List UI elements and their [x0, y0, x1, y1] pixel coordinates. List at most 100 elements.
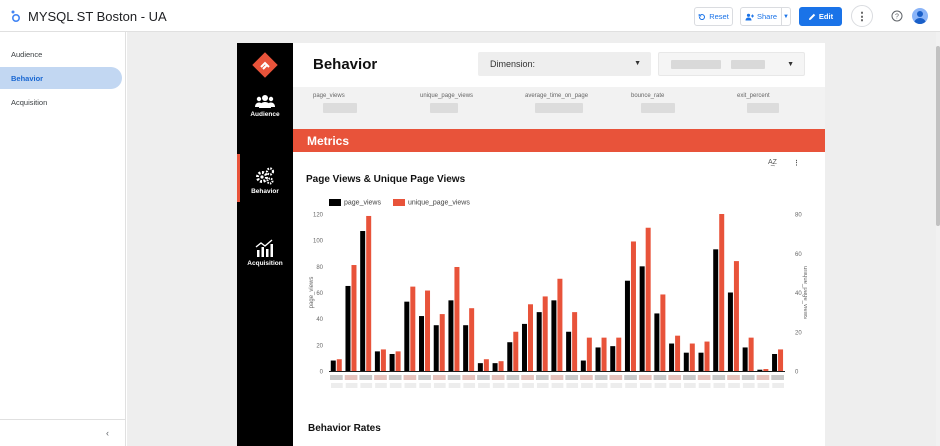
x-tick-label-redacted [463, 383, 476, 388]
edit-button[interactable]: Edit [799, 7, 842, 26]
kpi-exit-percent: exit_percent [737, 93, 779, 113]
behavior-rates-title: Behavior Rates [308, 423, 381, 434]
brand-logo-icon [252, 52, 278, 78]
x-tick-label-redacted [521, 375, 534, 380]
scrollbar-thumb[interactable] [936, 46, 940, 226]
redacted-value [747, 103, 779, 113]
bar-page-views [595, 347, 601, 371]
bar-page-views [727, 292, 733, 371]
report-title[interactable]: MYSQL ST Boston - UA [28, 9, 167, 24]
y2-tick-label: 80 [795, 213, 802, 219]
nav-item-label: Audience [11, 49, 43, 59]
bar-page-views [580, 360, 586, 371]
report-nav-label: Acquisition [247, 260, 283, 267]
y-tick-label: 20 [316, 343, 323, 349]
share-button[interactable]: Share [740, 7, 782, 26]
bar-unique-page-views [689, 343, 695, 371]
x-tick-label-redacted [581, 383, 593, 388]
sort-az-icon: A͢Z [768, 159, 777, 166]
x-tick-label-redacted [712, 375, 726, 380]
y2-tick-label: 60 [795, 252, 802, 258]
filter-dropdown[interactable]: ▼ [658, 52, 805, 76]
share-dropdown-button[interactable]: ▼ [781, 7, 791, 26]
x-tick-label-redacted [433, 383, 446, 388]
x-tick-label-redacted [728, 383, 740, 388]
x-tick-label-redacted [610, 383, 623, 388]
help-button[interactable]: ? [890, 9, 904, 23]
bar-page-views [757, 369, 763, 371]
chart-title: Page Views & Unique Page Views [306, 174, 466, 185]
bar-unique-page-views [527, 304, 533, 371]
bar-page-views [492, 363, 498, 371]
dropdown-label: Dimension: [490, 59, 536, 69]
gears-icon [256, 167, 275, 185]
report-nav-behavior[interactable]: Behavior [237, 167, 293, 195]
report-nav-acquisition[interactable]: Acquisition [237, 239, 293, 267]
bar-page-views [536, 312, 542, 371]
nav-item-label: Acquisition [11, 97, 48, 107]
kpi-label: exit_percent [737, 93, 770, 99]
x-tick-label-redacted [507, 383, 520, 388]
bar-unique-page-views [425, 290, 431, 371]
bar-unique-page-views [675, 335, 681, 371]
chart-menu-button[interactable]: ⋮ [793, 159, 800, 167]
x-tick-label-redacted [448, 383, 461, 388]
redacted-value [323, 103, 357, 113]
bar-page-views [566, 331, 572, 371]
collapse-nav-button[interactable]: ‹ [106, 428, 109, 438]
bar-page-views [330, 360, 336, 371]
report-page: Audience Behavior Acquisition Behavior D… [237, 43, 825, 446]
kpi-page-views: page_views [313, 93, 357, 113]
bar-unique-page-views [366, 215, 372, 371]
x-tick-label-redacted [741, 375, 755, 380]
legend-swatch [392, 199, 405, 206]
x-tick-label-redacted [388, 375, 402, 380]
redacted-value [430, 103, 458, 113]
x-tick-label-redacted [375, 383, 387, 388]
kpi-unique-page-views: unique_page_views [420, 93, 473, 113]
x-tick-label-redacted [404, 383, 417, 388]
sort-button[interactable]: A͢Z [768, 159, 777, 166]
bar-unique-page-views [601, 337, 607, 371]
bar-page-views [698, 352, 704, 371]
x-tick-label-redacted [639, 383, 652, 388]
pencil-icon [808, 13, 816, 20]
nav-item-audience[interactable]: Audience [0, 43, 122, 65]
x-tick-label-redacted [522, 383, 534, 388]
bar-unique-page-views [410, 286, 416, 371]
report-nav-audience[interactable]: Audience [237, 94, 293, 118]
user-avatar[interactable] [912, 8, 928, 24]
kpi-label: page_views [313, 93, 345, 99]
bar-page-views [360, 231, 366, 371]
nav-item-behavior[interactable]: Behavior [0, 67, 122, 89]
looker-studio-logo-icon [11, 10, 21, 23]
bar-page-views [639, 266, 645, 371]
people-icon [255, 95, 275, 108]
redacted-value [535, 103, 583, 113]
bar-page-views [713, 249, 719, 371]
bar-unique-page-views [645, 227, 651, 371]
report-nav-label: Audience [250, 111, 280, 118]
x-tick-label-redacted [772, 383, 784, 388]
x-tick-label-redacted [638, 375, 652, 380]
svg-text:?: ? [895, 14, 899, 21]
x-tick-label-redacted [536, 383, 549, 388]
reset-button[interactable]: Reset [694, 7, 733, 26]
x-tick-label-redacted [550, 375, 564, 380]
y-axis-label: page_views [309, 277, 315, 309]
vertical-dots-icon: ⋮ [856, 10, 868, 23]
x-tick-label-redacted [360, 383, 373, 388]
nav-item-acquisition[interactable]: Acquisition [0, 91, 122, 113]
bar-page-views [507, 342, 513, 371]
bar-page-views [624, 280, 630, 371]
caret-down-icon: ▼ [634, 60, 641, 67]
vertical-scrollbar[interactable] [936, 32, 940, 446]
redacted-value [641, 103, 675, 113]
caret-down-icon: ▼ [783, 13, 789, 20]
dimension-dropdown[interactable]: Dimension: ▼ [478, 52, 651, 76]
help-icon: ? [891, 10, 903, 22]
y-tick-label: 40 [316, 317, 323, 323]
y-tick-label: 80 [316, 265, 323, 271]
redacted-value [731, 59, 765, 69]
more-options-button[interactable]: ⋮ [851, 5, 873, 27]
